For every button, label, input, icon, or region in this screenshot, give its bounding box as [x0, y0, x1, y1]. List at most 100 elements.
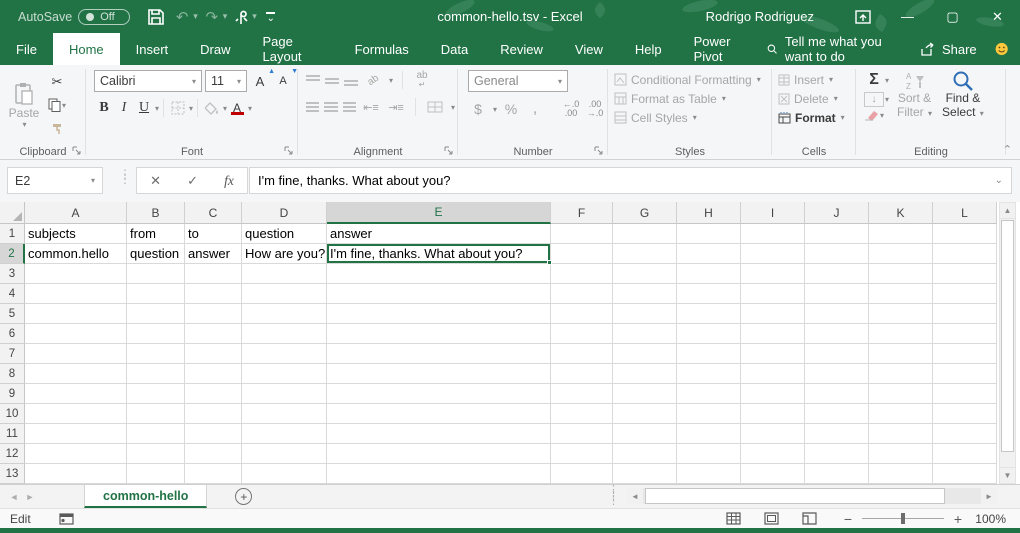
cell-K2[interactable] [869, 244, 933, 264]
scroll-left-icon[interactable]: ◄ [627, 488, 643, 504]
row-header-11[interactable]: 11 [0, 424, 25, 444]
tab-view[interactable]: View [559, 33, 619, 65]
cell-H12[interactable] [677, 444, 741, 464]
cell-E10[interactable] [327, 404, 551, 424]
alignment-dialog-launcher-icon[interactable] [444, 146, 454, 156]
column-header-C[interactable]: C [185, 202, 242, 224]
cell-F1[interactable] [551, 224, 613, 244]
delete-cells-button[interactable]: Delete▾ [778, 89, 853, 108]
cell-A11[interactable] [25, 424, 127, 444]
middle-align-icon[interactable] [325, 75, 339, 86]
font-name-select[interactable]: Calibri▾ [94, 70, 202, 92]
column-header-L[interactable]: L [933, 202, 997, 224]
cell-K11[interactable] [869, 424, 933, 444]
cell-G12[interactable] [613, 444, 677, 464]
cell-A4[interactable] [25, 284, 127, 304]
cell-D13[interactable] [242, 464, 327, 484]
cell-E2[interactable]: I'm fine, thanks. What about you? [327, 244, 551, 264]
cell-C6[interactable] [185, 324, 242, 344]
redo-dropdown-icon[interactable]: ▾ [223, 11, 228, 22]
tab-insert[interactable]: Insert [120, 33, 185, 65]
cell-B12[interactable] [127, 444, 185, 464]
insert-function-icon[interactable]: fx [224, 173, 234, 189]
cell-G6[interactable] [613, 324, 677, 344]
cell-F10[interactable] [551, 404, 613, 424]
name-box[interactable]: E2 ▾ [7, 167, 103, 194]
tabbar-resize-handle[interactable]: ⋮⋮⋮ [608, 488, 616, 505]
cell-D1[interactable]: question [242, 224, 327, 244]
column-header-G[interactable]: G [613, 202, 677, 224]
cell-G5[interactable] [613, 304, 677, 324]
cell-A6[interactable] [25, 324, 127, 344]
merge-dropdown-icon[interactable]: ▾ [451, 103, 455, 112]
font-color-icon[interactable]: A [227, 98, 247, 118]
zoom-out-icon[interactable]: − [838, 511, 858, 527]
increase-decimal-icon[interactable]: ←.0.00 [561, 99, 581, 119]
row-header-8[interactable]: 8 [0, 364, 25, 384]
cell-D4[interactable] [242, 284, 327, 304]
underline-button[interactable]: U [134, 98, 154, 118]
cell-A13[interactable] [25, 464, 127, 484]
cell-F6[interactable] [551, 324, 613, 344]
autosave-control[interactable]: AutoSave Off [18, 9, 130, 25]
undo-icon[interactable]: ↶ [170, 5, 194, 29]
tab-data[interactable]: Data [425, 33, 484, 65]
cell-C10[interactable] [185, 404, 242, 424]
cell-C5[interactable] [185, 304, 242, 324]
cell-D9[interactable] [242, 384, 327, 404]
paste-dropdown-icon[interactable]: ▾ [22, 120, 26, 129]
bold-button[interactable]: B [94, 98, 114, 118]
cell-C9[interactable] [185, 384, 242, 404]
zoom-in-icon[interactable]: + [948, 511, 968, 527]
macro-record-icon[interactable] [59, 512, 74, 525]
user-name[interactable]: Rodrigo Rodriguez [706, 9, 814, 24]
cell-B9[interactable] [127, 384, 185, 404]
cell-G8[interactable] [613, 364, 677, 384]
cell-J7[interactable] [805, 344, 869, 364]
cell-J12[interactable] [805, 444, 869, 464]
cell-G1[interactable] [613, 224, 677, 244]
cell-D2[interactable]: How are you? [242, 244, 327, 264]
cell-G13[interactable] [613, 464, 677, 484]
copy-icon[interactable]: ▾ [47, 95, 67, 115]
cell-E1[interactable]: answer [327, 224, 551, 244]
cell-K6[interactable] [869, 324, 933, 344]
cell-B8[interactable] [127, 364, 185, 384]
fill-handle[interactable] [547, 260, 552, 265]
column-header-D[interactable]: D [242, 202, 327, 224]
font-dialog-launcher-icon[interactable] [284, 146, 294, 156]
cell-G11[interactable] [613, 424, 677, 444]
align-left-icon[interactable] [306, 102, 319, 113]
column-header-I[interactable]: I [741, 202, 805, 224]
cell-K10[interactable] [869, 404, 933, 424]
borders-dropdown-icon[interactable]: ▾ [189, 104, 193, 113]
cell-B11[interactable] [127, 424, 185, 444]
cell-A7[interactable] [25, 344, 127, 364]
tab-power-pivot[interactable]: Power Pivot [678, 33, 767, 65]
cell-A10[interactable] [25, 404, 127, 424]
center-icon[interactable] [324, 102, 337, 113]
font-size-select[interactable]: 11▾ [205, 70, 247, 92]
clipboard-dialog-launcher-icon[interactable] [72, 146, 82, 156]
cell-C3[interactable] [185, 264, 242, 284]
cell-I8[interactable] [741, 364, 805, 384]
cell-K5[interactable] [869, 304, 933, 324]
cell-G4[interactable] [613, 284, 677, 304]
copy-dropdown-icon[interactable]: ▾ [62, 101, 66, 110]
column-header-A[interactable]: A [25, 202, 127, 224]
cell-D11[interactable] [242, 424, 327, 444]
column-header-J[interactable]: J [805, 202, 869, 224]
cell-J9[interactable] [805, 384, 869, 404]
cell-A2[interactable]: common.hello [25, 244, 127, 264]
tab-help[interactable]: Help [619, 33, 678, 65]
cell-L8[interactable] [933, 364, 997, 384]
column-header-E[interactable]: E [327, 202, 551, 224]
underline-dropdown-icon[interactable]: ▾ [155, 104, 159, 113]
save-icon[interactable] [144, 5, 168, 29]
cell-L12[interactable] [933, 444, 997, 464]
cell-K4[interactable] [869, 284, 933, 304]
cell-A9[interactable] [25, 384, 127, 404]
cell-D7[interactable] [242, 344, 327, 364]
cell-J6[interactable] [805, 324, 869, 344]
cell-C2[interactable]: answer [185, 244, 242, 264]
